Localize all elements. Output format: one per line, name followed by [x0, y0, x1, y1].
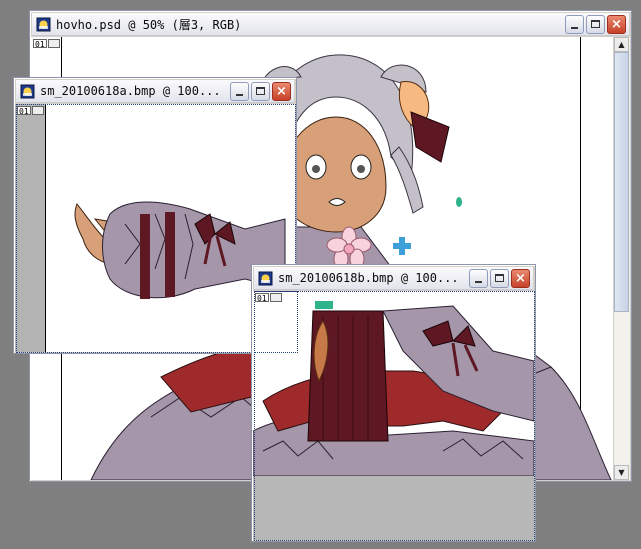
layer-thumbnail-icon [31, 106, 44, 115]
window-b-canvas[interactable]: 01 [253, 291, 534, 540]
maximize-icon [591, 19, 600, 28]
layer-thumbnail-icon [47, 39, 60, 48]
main-vertical-scrollbar[interactable]: ▲ ▼ [613, 37, 630, 480]
close-icon: × [515, 270, 526, 286]
window-b-titlebar[interactable]: sm_20100618b.bmp @ 100... × [254, 267, 533, 290]
main-window-title: hovho.psd @ 50% (層3, RGB) [56, 17, 242, 32]
main-titlebar[interactable]: hovho.psd @ 50% (層3, RGB) × [32, 13, 629, 36]
window-b-title: sm_20100618b.bmp @ 100... [278, 271, 459, 285]
scroll-up-button[interactable]: ▲ [614, 37, 629, 52]
scroll-thumb[interactable] [614, 52, 629, 312]
canvas-margin-bottom [253, 476, 534, 540]
photoshop-document-icon [36, 17, 51, 31]
minimize-button[interactable] [230, 81, 249, 101]
photoshop-document-icon [20, 84, 35, 98]
close-button[interactable]: × [511, 268, 530, 288]
maximize-button[interactable] [586, 14, 605, 34]
maximize-icon [495, 273, 504, 282]
scroll-down-button[interactable]: ▼ [614, 465, 629, 480]
layer-tab[interactable]: 01 [17, 106, 44, 116]
minimize-icon [571, 26, 578, 29]
close-button[interactable]: × [607, 14, 626, 34]
window-a-title: sm_20100618a.bmp @ 100... [40, 84, 221, 98]
minimize-button[interactable] [469, 268, 488, 288]
close-icon: × [611, 16, 622, 32]
layer-number: 01 [33, 39, 47, 49]
layer-tab[interactable]: 01 [255, 293, 282, 303]
maximize-button[interactable] [251, 81, 270, 101]
layer-tab[interactable]: 01 [33, 39, 60, 49]
photoshop-document-icon [258, 271, 273, 285]
window-a-titlebar[interactable]: sm_20100618a.bmp @ 100... × [16, 80, 294, 103]
maximize-icon [256, 86, 265, 95]
minimize-button[interactable] [565, 14, 584, 34]
layer-thumbnail-icon [269, 293, 282, 302]
maximize-button[interactable] [490, 268, 509, 288]
minimize-icon [236, 93, 243, 96]
close-icon: × [276, 83, 287, 99]
close-button[interactable]: × [272, 81, 291, 101]
layer-number: 01 [255, 293, 269, 303]
minimize-icon [475, 280, 482, 283]
layer-number: 01 [17, 106, 31, 116]
document-window-b[interactable]: sm_20100618b.bmp @ 100... × 01 [251, 264, 536, 542]
